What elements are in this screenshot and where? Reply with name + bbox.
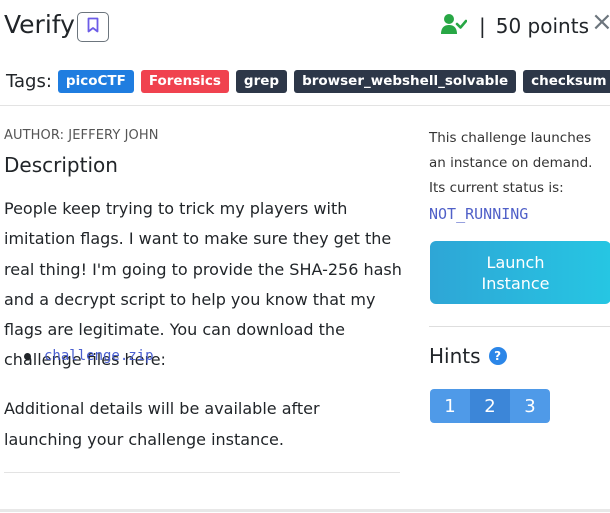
- description-divider: [4, 472, 400, 473]
- footer-divider: [0, 509, 610, 512]
- hint-button-1[interactable]: 1: [430, 389, 470, 423]
- points-value: 50 points: [495, 14, 589, 38]
- status-label: Its current status is:: [429, 180, 564, 196]
- challenge-title: Verify: [4, 10, 75, 39]
- points-separator: |: [479, 14, 486, 38]
- file-list-item: challenge.zip: [24, 348, 154, 364]
- tags-row: Tags: picoCTF 2024 Forensics grep browse…: [6, 66, 610, 112]
- tag-forensics[interactable]: Forensics: [140, 69, 229, 93]
- tag-browser-webshell-solvable[interactable]: browser_webshell_solvable: [294, 69, 517, 93]
- hint-buttons: 1 2 3: [430, 389, 550, 423]
- tags-label: Tags:: [6, 70, 52, 92]
- description-heading: Description: [4, 153, 118, 177]
- tag-picoctf-2024[interactable]: picoCTF 2024: [57, 69, 134, 112]
- additional-details: Additional details will be available aft…: [4, 399, 320, 449]
- bullet-icon: [24, 352, 31, 360]
- tag-checksum[interactable]: checksum: [523, 69, 610, 93]
- user-check-icon: [441, 13, 468, 40]
- bookmark-button[interactable]: [77, 12, 109, 42]
- launch-label-line2: Instance: [481, 273, 550, 293]
- tag-grep[interactable]: grep: [235, 69, 288, 93]
- hint-button-2[interactable]: 2: [470, 389, 510, 423]
- launch-label-line1: Launch: [486, 252, 545, 272]
- help-icon[interactable]: ?: [488, 347, 507, 365]
- header-divider: [0, 105, 610, 106]
- author-line: AUTHOR: JEFFERY JOHN: [4, 128, 159, 143]
- instance-status: NOT_RUNNING: [429, 205, 529, 223]
- points-display: | 50 points: [441, 11, 589, 41]
- bookmark-icon: [87, 17, 99, 37]
- instance-info: This challenge launches an instance on d…: [429, 126, 607, 201]
- sidebar-divider: [429, 326, 610, 327]
- launch-instance-button[interactable]: Launch Instance: [430, 241, 610, 304]
- instance-description: This challenge launches an instance on d…: [429, 130, 593, 171]
- hints-title: Hints: [429, 344, 481, 368]
- challenge-file-link[interactable]: challenge.zip: [44, 348, 154, 364]
- close-icon[interactable]: ×: [591, 7, 610, 37]
- hints-heading: Hints ?: [429, 344, 507, 368]
- hint-button-3[interactable]: 3: [510, 389, 550, 423]
